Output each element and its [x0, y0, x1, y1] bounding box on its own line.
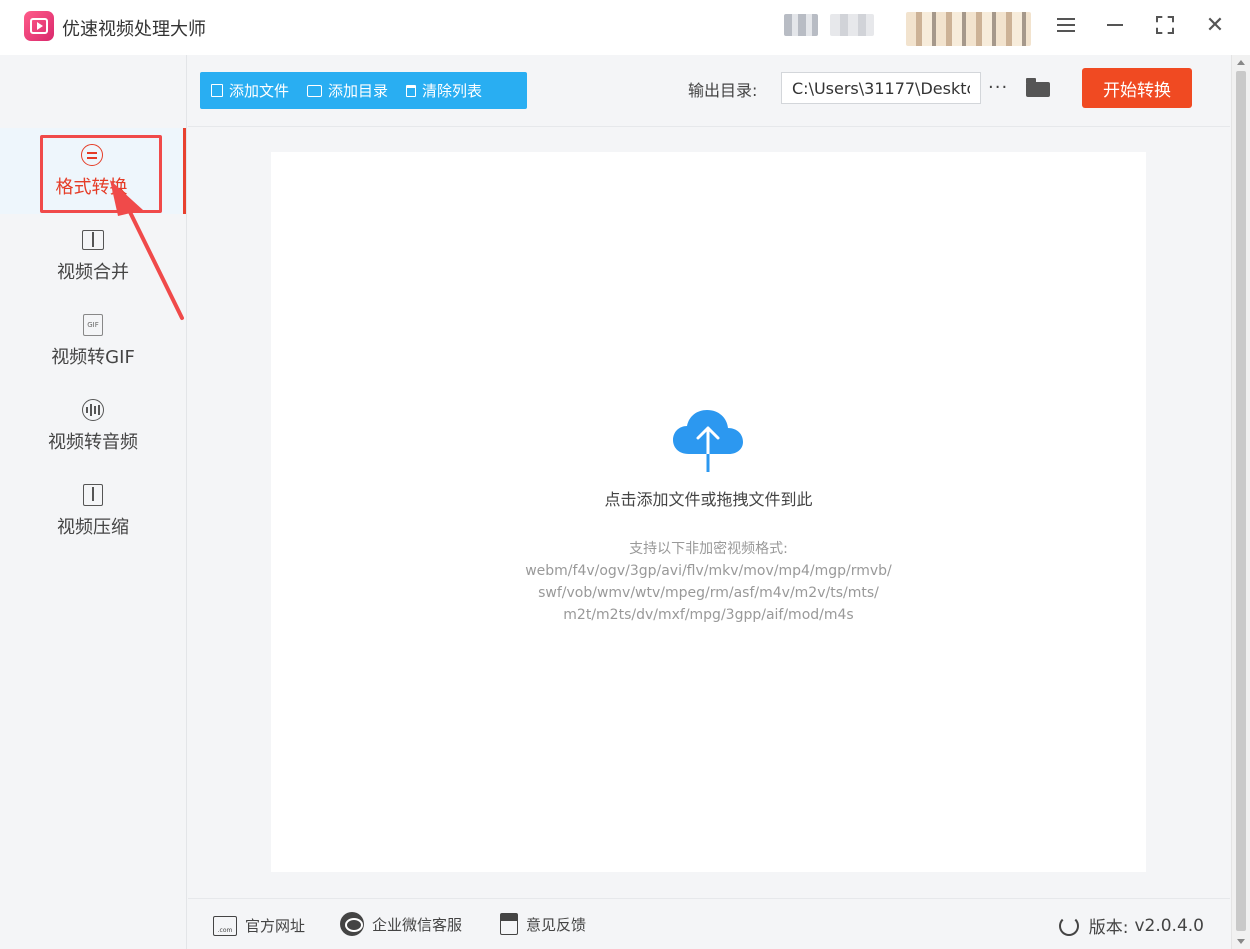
- blurred-user-info: [830, 14, 874, 36]
- add-folder-label: 添加目录: [328, 82, 389, 100]
- minimize-icon[interactable]: [1102, 12, 1128, 38]
- sidebar-item-label: 视频合并: [57, 262, 129, 283]
- sidebar: 格式转换 视频合并 GIF 视频转GIF 视频转音频 视频压缩: [0, 55, 187, 949]
- supported-formats: 支持以下非加密视频格式: webm/f4v/ogv/3gp/avi/flv/mk…: [271, 538, 1146, 626]
- website-icon: .com: [213, 915, 237, 936]
- convert-icon: [80, 143, 104, 167]
- compress-icon: [81, 483, 105, 507]
- add-file-button[interactable]: 添加文件: [200, 72, 296, 109]
- close-icon[interactable]: ✕: [1202, 12, 1228, 38]
- sidebar-item-video-compress[interactable]: 视频压缩: [0, 468, 186, 554]
- sidebar-item-label: 格式转换: [55, 177, 128, 198]
- wechat-support-link[interactable]: 企业微信客服: [340, 912, 462, 936]
- refresh-icon: [1058, 915, 1079, 936]
- app-title: 优速视频处理大师: [62, 19, 206, 40]
- menu-icon[interactable]: [1053, 12, 1079, 38]
- version-label: 版本:: [1088, 918, 1129, 938]
- footer: .com 官方网址 企业微信客服 意见反馈 版本: v2.0.4.0: [188, 898, 1230, 949]
- toolbar: 添加文件 添加目录 清除列表 输出目录: ··· 开始转换: [188, 55, 1230, 127]
- merge-icon: [81, 228, 105, 252]
- file-icon: [211, 84, 223, 97]
- file-drop-zone[interactable]: 点击添加文件或拖拽文件到此 支持以下非加密视频格式: webm/f4v/ogv/…: [271, 152, 1146, 872]
- file-action-group: 添加文件 添加目录 清除列表: [200, 72, 527, 109]
- scrollbar[interactable]: [1231, 55, 1250, 949]
- cloud-upload-icon: [673, 410, 743, 474]
- sidebar-item-video-merge[interactable]: 视频合并: [0, 213, 186, 299]
- audio-icon: [81, 398, 105, 422]
- add-folder-button[interactable]: 添加目录: [296, 72, 395, 109]
- feedback-icon: [500, 913, 518, 935]
- blurred-avatar[interactable]: [906, 12, 1031, 46]
- add-file-label: 添加文件: [229, 82, 290, 100]
- formats-line: swf/vob/wmv/wtv/mpeg/rm/asf/m4v/m2v/ts/m…: [538, 585, 879, 601]
- trash-icon: [406, 84, 417, 97]
- feedback-label: 意见反馈: [526, 915, 587, 934]
- sidebar-item-video-to-audio[interactable]: 视频转音频: [0, 383, 186, 469]
- wechat-icon: [340, 912, 364, 936]
- output-dir-input[interactable]: [781, 72, 981, 104]
- sidebar-item-label: 视频转GIF: [51, 347, 135, 368]
- clear-list-label: 清除列表: [422, 82, 483, 100]
- output-dir-label: 输出目录:: [688, 81, 758, 100]
- folder-icon: [307, 84, 323, 97]
- scroll-up-icon[interactable]: [1237, 60, 1245, 65]
- scroll-down-icon[interactable]: [1237, 939, 1245, 944]
- formats-line: m2t/m2ts/dv/mxf/mpg/3gpp/aif/mod/m4s: [563, 607, 854, 623]
- sidebar-item-video-to-gif[interactable]: GIF 视频转GIF: [0, 298, 186, 384]
- wechat-label: 企业微信客服: [372, 915, 463, 934]
- website-link[interactable]: .com 官方网址: [213, 915, 305, 936]
- sidebar-item-label: 视频转音频: [48, 432, 138, 453]
- scrollbar-thumb[interactable]: [1236, 71, 1246, 931]
- maximize-icon[interactable]: [1152, 12, 1178, 38]
- drop-zone-title: 点击添加文件或拖拽文件到此: [604, 490, 813, 509]
- blurred-user-info: [784, 14, 818, 36]
- open-folder-icon[interactable]: [1026, 78, 1050, 97]
- sidebar-item-format-convert[interactable]: 格式转换: [0, 128, 186, 214]
- gif-icon: GIF: [81, 313, 105, 337]
- support-title: 支持以下非加密视频格式:: [629, 541, 788, 557]
- app-logo-icon: [24, 11, 54, 41]
- formats-line: webm/f4v/ogv/3gp/avi/flv/mkv/mov/mp4/mgp…: [525, 563, 892, 579]
- start-convert-button[interactable]: 开始转换: [1082, 68, 1192, 108]
- more-options-button[interactable]: ···: [988, 77, 1008, 98]
- sidebar-item-label: 视频压缩: [57, 517, 129, 538]
- version-number: v2.0.4.0: [1134, 915, 1204, 936]
- version-info[interactable]: 版本: v2.0.4.0: [1058, 913, 1204, 938]
- clear-list-button[interactable]: 清除列表: [395, 72, 489, 109]
- website-label: 官方网址: [245, 917, 306, 935]
- title-bar: 优速视频处理大师 ✕: [0, 0, 1250, 55]
- feedback-link[interactable]: 意见反馈: [500, 913, 586, 935]
